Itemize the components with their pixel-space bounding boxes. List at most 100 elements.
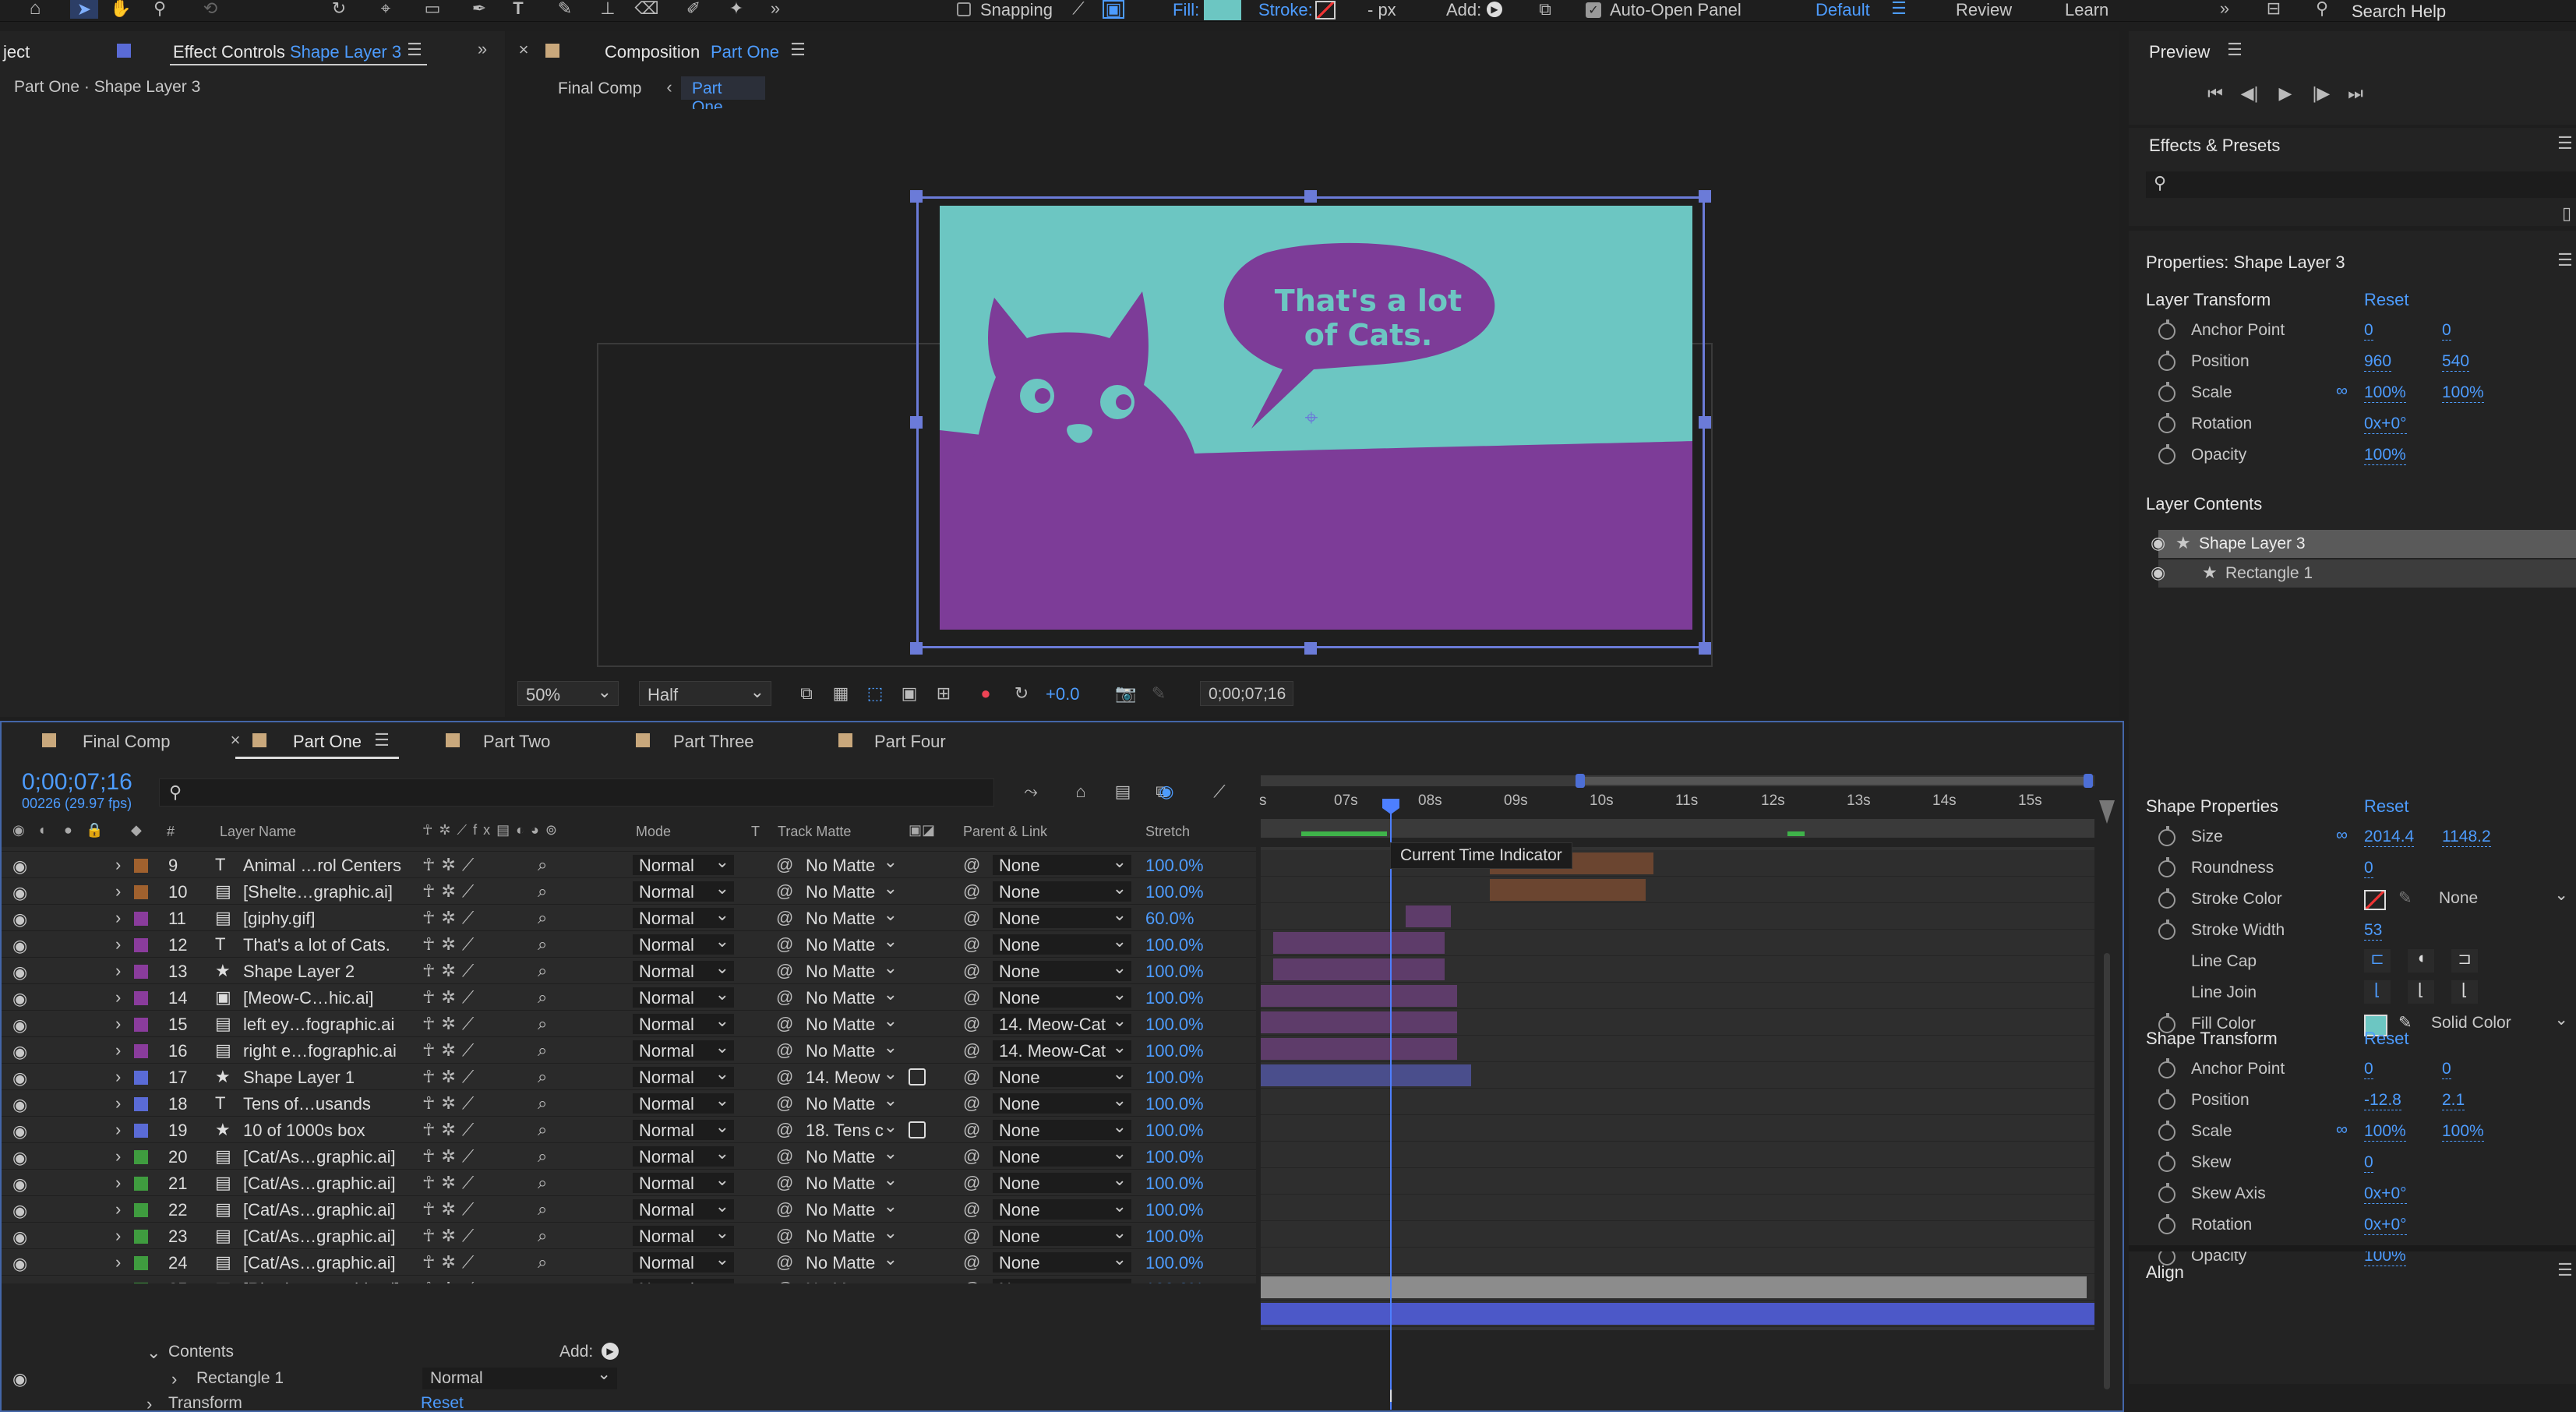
layer-switches[interactable]: ☥✲⟋ (422, 1040, 480, 1061)
eye-icon[interactable]: ◉ (12, 1280, 27, 1283)
hand-tool-icon[interactable]: ✋ (109, 0, 132, 18)
property-value-1[interactable]: 0 (2364, 1060, 2373, 1079)
property-value-2[interactable]: 1148.2 (2442, 828, 2491, 847)
track-matte-dropdown[interactable]: 18. Tens c ⌄ (801, 1117, 901, 1140)
first-frame-icon[interactable]: ⏮ (2204, 83, 2227, 104)
mode-dropdown[interactable]: Normal ⌄ (633, 1011, 734, 1034)
stretch-value[interactable]: 100.0% (1145, 882, 1204, 902)
layer-switches[interactable]: ☥✲⟋ (422, 987, 480, 1008)
table-row[interactable]: ◉ › 17 ★ Shape Layer 1 ☥✲⟋ ⌕ Normal ⌄ @14. Meow ⌄ @… (2, 1064, 1256, 1090)
mode-dropdown[interactable]: Normal ⌄ (633, 1196, 734, 1220)
stopwatch-icon[interactable] (2158, 920, 2175, 940)
property-value-2[interactable]: 0 (2442, 321, 2451, 341)
pickwhip-icon[interactable]: @ (776, 1199, 793, 1220)
parent-pickwhip-icon[interactable]: @ (963, 1120, 980, 1140)
roto-tool-icon[interactable]: ✐ (682, 0, 705, 18)
layer-motion-blur-icon[interactable]: ⌕ (538, 1252, 547, 1273)
motion-blur-enable-icon[interactable]: ◉ (1153, 780, 1180, 803)
property-value-2[interactable]: 0 (2442, 1060, 2451, 1079)
grid-guides-icon[interactable]: ⊞ (932, 683, 955, 704)
property-value-1[interactable]: 0x+0° (2364, 1184, 2407, 1204)
parent-dropdown[interactable]: 14. Meow-Cat ⌄ (993, 1037, 1131, 1061)
pickwhip-icon[interactable]: @ (776, 1146, 793, 1167)
stopwatch-icon[interactable] (2158, 319, 2175, 340)
pickwhip-icon[interactable]: @ (776, 855, 793, 875)
transform-label[interactable]: Transform (168, 1394, 242, 1412)
brush-tool-icon[interactable]: ✎ (553, 0, 577, 18)
layer-label-color[interactable] (134, 965, 148, 979)
effect-controls-layer[interactable]: Shape Layer 3 (290, 42, 401, 62)
fill-swatch[interactable] (1204, 0, 1241, 20)
parent-pickwhip-icon[interactable]: @ (963, 881, 980, 902)
table-row[interactable]: ◉ › 12 T That's a lot of Cats. ☥✲⟋ ⌕ Normal ⌄ @ No… (2, 931, 1256, 958)
layer-search-input[interactable]: ⚲ (159, 778, 994, 807)
layer-label-color[interactable] (134, 1018, 148, 1032)
track-matte-dropdown[interactable]: No Matte ⌄ (801, 1170, 901, 1193)
panel-menu-icon[interactable]: ☰ (2556, 133, 2574, 153)
mode-dropdown[interactable]: Normal ⌄ (633, 1276, 734, 1283)
snapshot-icon[interactable]: 📷 (1114, 683, 1138, 704)
mode-dropdown[interactable]: Normal ⌄ (633, 1090, 734, 1114)
expand-chevron-icon[interactable]: › (115, 1014, 121, 1034)
layer-motion-blur-icon[interactable]: ⌕ (538, 987, 547, 1008)
track-matte-dropdown[interactable]: No Matte ⌄ (801, 878, 901, 902)
tab-final-comp[interactable]: Final Comp (83, 732, 170, 752)
stopwatch-icon[interactable] (2158, 1058, 2175, 1078)
layer-switches[interactable]: ☥✲⟋ (422, 1173, 480, 1193)
track-matte-dropdown[interactable]: No Matte ⌄ (801, 984, 901, 1008)
property-value-1[interactable]: 100% (2364, 383, 2406, 403)
eye-icon[interactable]: ◉ (12, 1042, 27, 1062)
layer-name[interactable]: [Rhode …graphic.ai] (243, 1280, 400, 1283)
eye-icon[interactable]: ◉ (12, 1068, 27, 1089)
eye-icon[interactable]: ◉ (12, 856, 27, 877)
stopwatch-icon[interactable] (2158, 826, 2175, 846)
property-value-1[interactable]: 100% (2364, 1122, 2406, 1142)
layer-switches[interactable]: ☥✲⟋ (422, 1014, 480, 1034)
handle-tm[interactable] (1304, 190, 1317, 203)
layer-name[interactable]: Shape Layer 1 (243, 1068, 355, 1088)
stretch-value[interactable]: 100.0% (1145, 935, 1204, 955)
panel-toggle-icon[interactable]: ⊟ (2260, 0, 2288, 18)
layer-name[interactable]: left ey…fographic.ai (243, 1015, 394, 1035)
track-matte-dropdown[interactable]: No Matte ⌄ (801, 1276, 901, 1283)
parent-dropdown[interactable]: None ⌄ (993, 1117, 1131, 1140)
parent-pickwhip-icon[interactable]: @ (963, 961, 980, 981)
layer-duration-bar[interactable] (1261, 1011, 1457, 1033)
tab-part-three[interactable]: Part Three (673, 732, 754, 752)
expand-chevron-icon[interactable]: › (115, 1120, 121, 1140)
layer-name[interactable]: 10 of 1000s box (243, 1121, 365, 1141)
layer-motion-blur-icon[interactable]: ⌕ (538, 1040, 547, 1061)
layer-duration-bar[interactable] (1261, 1038, 1457, 1060)
layer-name[interactable]: [Cat/As…graphic.ai] (243, 1174, 396, 1194)
expand-chevron-icon[interactable]: › (115, 1279, 121, 1283)
auto-open-checkbox[interactable]: ✓ (1586, 2, 1601, 18)
mode-dropdown[interactable]: Normal ⌄ (633, 1143, 734, 1167)
layer-duration-bar[interactable] (1261, 1303, 2094, 1325)
parent-pickwhip-icon[interactable]: @ (963, 1093, 980, 1114)
chevron-right-icon[interactable]: » (768, 0, 783, 18)
butt-cap-icon[interactable]: ⊏ (2364, 949, 2391, 973)
stretch-value[interactable]: 100.0% (1145, 856, 1204, 876)
layer-switches[interactable]: ☥✲⟋ (422, 961, 480, 981)
handle-mr[interactable] (1699, 416, 1711, 429)
rectangle-label[interactable]: Rectangle 1 (196, 1369, 284, 1388)
stretch-value[interactable]: 100.0% (1145, 1068, 1204, 1088)
track-matte-dropdown[interactable]: No Matte ⌄ (801, 1196, 901, 1220)
parent-pickwhip-icon[interactable]: @ (963, 987, 980, 1008)
mode-dropdown[interactable]: Normal ⌄ (633, 1249, 734, 1273)
fill-type-dropdown[interactable]: Solid Color ⌄ (2426, 1011, 2571, 1035)
property-value-1[interactable]: 0x+0° (2364, 415, 2407, 434)
track-matte-dropdown[interactable]: No Matte ⌄ (801, 1223, 901, 1246)
matte-inverted-icon[interactable] (909, 1068, 926, 1085)
stretch-value[interactable]: 100.0% (1145, 1041, 1204, 1061)
contents-item-rectangle-1[interactable]: ◉ ★ Rectangle 1 (2151, 560, 2576, 588)
pickwhip-icon[interactable]: @ (776, 1173, 793, 1193)
property-value-1[interactable]: 0 (2364, 321, 2373, 341)
layer-duration-bar[interactable] (1490, 879, 1646, 901)
track-matte-dropdown[interactable]: No Matte ⌄ (801, 1090, 901, 1114)
shape-transform-reset[interactable]: Reset (2364, 1029, 2408, 1049)
rotate-tool-icon[interactable]: ↻ (327, 0, 351, 18)
parent-pickwhip-icon[interactable]: @ (963, 1014, 980, 1034)
track-matte-dropdown[interactable]: 14. Meow ⌄ (801, 1064, 901, 1087)
property-value-1[interactable]: 960 (2364, 352, 2392, 372)
